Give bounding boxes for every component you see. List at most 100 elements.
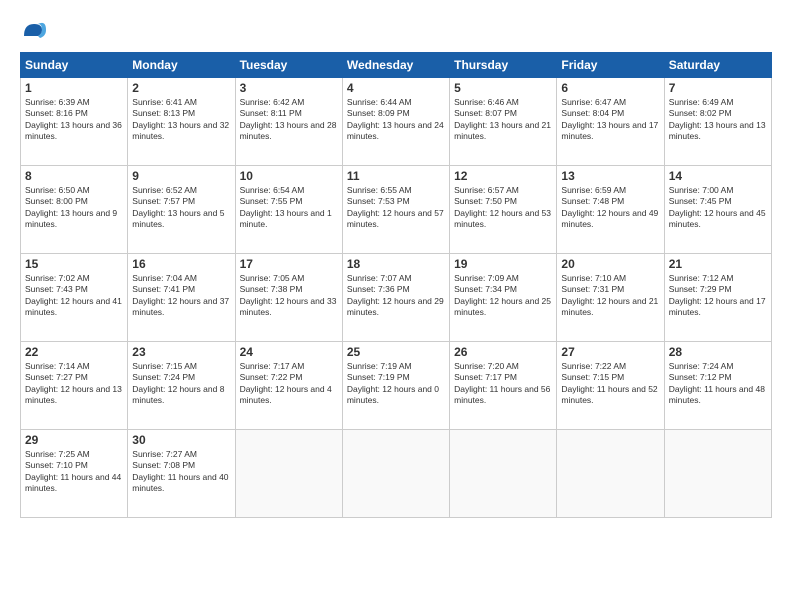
table-row: 1 Sunrise: 6:39 AMSunset: 8:16 PMDaylight… [21, 78, 128, 166]
col-wednesday: Wednesday [342, 53, 449, 78]
table-row: 27Sunrise: 7:22 AMSunset: 7:15 PMDayligh… [557, 342, 664, 430]
day-info: Sunrise: 7:19 AMSunset: 7:19 PMDaylight:… [347, 361, 445, 407]
header [20, 16, 772, 44]
day-info: Sunrise: 7:04 AMSunset: 7:41 PMDaylight:… [132, 273, 230, 319]
table-row: 18 Sunrise: 7:07 AMSunset: 7:36 PMDayligh… [342, 254, 449, 342]
table-row: 9 Sunrise: 6:52 AMSunset: 7:57 PMDaylight… [128, 166, 235, 254]
day-info: Sunrise: 6:57 AMSunset: 7:50 PMDaylight:… [454, 185, 552, 231]
day-info: Sunrise: 6:52 AMSunset: 7:57 PMDaylight:… [132, 185, 230, 231]
day-number: 8 [25, 169, 123, 183]
page: Sunday Monday Tuesday Wednesday Thursday… [0, 0, 792, 612]
calendar-week-row: 22 Sunrise: 7:14 AMSunset: 7:27 PMDayligh… [21, 342, 772, 430]
table-row: 20 Sunrise: 7:10 AMSunset: 7:31 PMDayligh… [557, 254, 664, 342]
day-number: 7 [669, 81, 767, 95]
day-number: 5 [454, 81, 552, 95]
day-info: Sunrise: 7:14 AMSunset: 7:27 PMDaylight:… [25, 361, 123, 407]
day-number: 29 [25, 433, 123, 447]
day-info: Sunrise: 6:54 AMSunset: 7:55 PMDaylight:… [240, 185, 338, 231]
table-row [235, 430, 342, 518]
calendar-header-row: Sunday Monday Tuesday Wednesday Thursday… [21, 53, 772, 78]
day-number: 10 [240, 169, 338, 183]
table-row: 24 Sunrise: 7:17 AMSunset: 7:22 PMDayligh… [235, 342, 342, 430]
table-row: 29 Sunrise: 7:25 AMSunset: 7:10 PMDayligh… [21, 430, 128, 518]
day-number: 6 [561, 81, 659, 95]
col-tuesday: Tuesday [235, 53, 342, 78]
day-number: 27 [561, 345, 659, 359]
day-info: Sunrise: 7:20 AMSunset: 7:17 PMDaylight:… [454, 361, 552, 407]
day-info: Sunrise: 7:27 AMSunset: 7:08 PMDaylight:… [132, 449, 230, 495]
day-info: Sunrise: 7:15 AMSunset: 7:24 PMDaylight:… [132, 361, 230, 407]
table-row [450, 430, 557, 518]
calendar-body: 1 Sunrise: 6:39 AMSunset: 8:16 PMDaylight… [21, 78, 772, 518]
day-number: 20 [561, 257, 659, 271]
day-number: 24 [240, 345, 338, 359]
table-row: 17Sunrise: 7:05 AMSunset: 7:38 PMDayligh… [235, 254, 342, 342]
day-info: Sunrise: 6:49 AMSunset: 8:02 PMDaylight:… [669, 97, 767, 143]
day-info: Sunrise: 6:41 AMSunset: 8:13 PMDaylight:… [132, 97, 230, 143]
day-number: 22 [25, 345, 123, 359]
table-row: 14 Sunrise: 7:00 AMSunset: 7:45 PMDayligh… [664, 166, 771, 254]
table-row: 15 Sunrise: 7:02 AMSunset: 7:43 PMDayligh… [21, 254, 128, 342]
day-info: Sunrise: 6:47 AMSunset: 8:04 PMDaylight:… [561, 97, 659, 143]
day-number: 2 [132, 81, 230, 95]
table-row: 23 Sunrise: 7:15 AMSunset: 7:24 PMDayligh… [128, 342, 235, 430]
calendar: Sunday Monday Tuesday Wednesday Thursday… [20, 52, 772, 518]
table-row [664, 430, 771, 518]
logo-icon [20, 16, 48, 44]
day-info: Sunrise: 7:07 AMSunset: 7:36 PMDaylight:… [347, 273, 445, 319]
day-info: Sunrise: 6:46 AMSunset: 8:07 PMDaylight:… [454, 97, 552, 143]
col-friday: Friday [557, 53, 664, 78]
day-number: 28 [669, 345, 767, 359]
table-row: 8Sunrise: 6:50 AMSunset: 8:00 PMDaylight… [21, 166, 128, 254]
table-row: 2 Sunrise: 6:41 AMSunset: 8:13 PMDaylight… [128, 78, 235, 166]
day-info: Sunrise: 7:10 AMSunset: 7:31 PMDaylight:… [561, 273, 659, 319]
table-row: 16 Sunrise: 7:04 AMSunset: 7:41 PMDayligh… [128, 254, 235, 342]
day-number: 16 [132, 257, 230, 271]
col-thursday: Thursday [450, 53, 557, 78]
day-number: 30 [132, 433, 230, 447]
day-info: Sunrise: 7:24 AMSunset: 7:12 PMDaylight:… [669, 361, 767, 407]
table-row: 3 Sunrise: 6:42 AMSunset: 8:11 PMDaylight… [235, 78, 342, 166]
day-number: 11 [347, 169, 445, 183]
table-row: 30 Sunrise: 7:27 AMSunset: 7:08 PMDayligh… [128, 430, 235, 518]
day-info: Sunrise: 6:55 AMSunset: 7:53 PMDaylight:… [347, 185, 445, 231]
day-number: 25 [347, 345, 445, 359]
day-info: Sunrise: 7:17 AMSunset: 7:22 PMDaylight:… [240, 361, 338, 407]
calendar-week-row: 1 Sunrise: 6:39 AMSunset: 8:16 PMDaylight… [21, 78, 772, 166]
day-number: 17 [240, 257, 338, 271]
table-row: 25 Sunrise: 7:19 AMSunset: 7:19 PMDayligh… [342, 342, 449, 430]
day-number: 12 [454, 169, 552, 183]
day-number: 15 [25, 257, 123, 271]
day-number: 3 [240, 81, 338, 95]
day-number: 4 [347, 81, 445, 95]
table-row: 28 Sunrise: 7:24 AMSunset: 7:12 PMDayligh… [664, 342, 771, 430]
calendar-week-row: 29 Sunrise: 7:25 AMSunset: 7:10 PMDayligh… [21, 430, 772, 518]
day-info: Sunrise: 6:39 AMSunset: 8:16 PMDaylight:… [25, 97, 123, 143]
table-row: 19Sunrise: 7:09 AMSunset: 7:34 PMDayligh… [450, 254, 557, 342]
table-row: 12 Sunrise: 6:57 AMSunset: 7:50 PMDayligh… [450, 166, 557, 254]
day-number: 9 [132, 169, 230, 183]
day-info: Sunrise: 7:09 AMSunset: 7:34 PMDaylight:… [454, 273, 552, 319]
logo [20, 16, 50, 44]
calendar-week-row: 8Sunrise: 6:50 AMSunset: 8:00 PMDaylight… [21, 166, 772, 254]
table-row: 6 Sunrise: 6:47 AMSunset: 8:04 PMDaylight… [557, 78, 664, 166]
day-info: Sunrise: 7:02 AMSunset: 7:43 PMDaylight:… [25, 273, 123, 319]
day-number: 26 [454, 345, 552, 359]
day-number: 23 [132, 345, 230, 359]
day-number: 14 [669, 169, 767, 183]
table-row: 11 Sunrise: 6:55 AMSunset: 7:53 PMDayligh… [342, 166, 449, 254]
day-number: 1 [25, 81, 123, 95]
day-info: Sunrise: 6:44 AMSunset: 8:09 PMDaylight:… [347, 97, 445, 143]
day-info: Sunrise: 6:59 AMSunset: 7:48 PMDaylight:… [561, 185, 659, 231]
col-monday: Monday [128, 53, 235, 78]
day-info: Sunrise: 6:42 AMSunset: 8:11 PMDaylight:… [240, 97, 338, 143]
table-row: 21 Sunrise: 7:12 AMSunset: 7:29 PMDayligh… [664, 254, 771, 342]
day-info: Sunrise: 7:12 AMSunset: 7:29 PMDaylight:… [669, 273, 767, 319]
day-number: 18 [347, 257, 445, 271]
day-info: Sunrise: 7:25 AMSunset: 7:10 PMDaylight:… [25, 449, 123, 495]
col-sunday: Sunday [21, 53, 128, 78]
day-info: Sunrise: 7:00 AMSunset: 7:45 PMDaylight:… [669, 185, 767, 231]
table-row: 7 Sunrise: 6:49 AMSunset: 8:02 PMDaylight… [664, 78, 771, 166]
col-saturday: Saturday [664, 53, 771, 78]
day-number: 21 [669, 257, 767, 271]
